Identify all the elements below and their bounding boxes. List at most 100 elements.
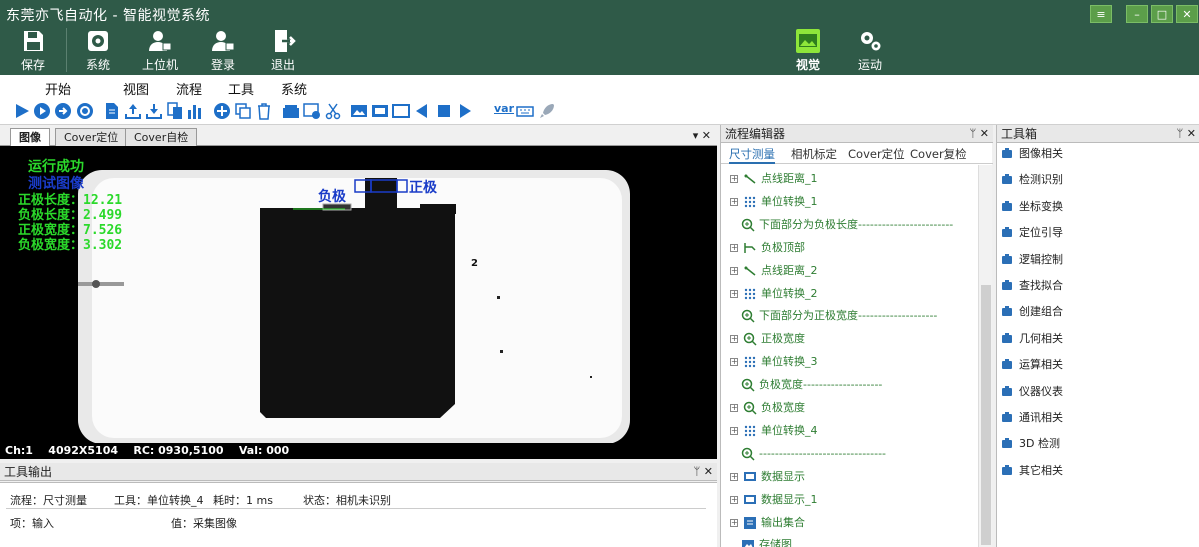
flow-item[interactable]: 负极宽度--------------------: [721, 374, 976, 396]
chart-icon[interactable]: [186, 102, 204, 120]
flow-item[interactable]: + 单位转换_1: [721, 191, 976, 213]
toolbox-item[interactable]: 坐标变换: [997, 196, 1197, 218]
stop-icon[interactable]: [435, 102, 453, 120]
expand-toggle-icon[interactable]: +: [730, 243, 738, 252]
toolbox-item[interactable]: 创建组合: [997, 301, 1197, 323]
toolbox-item[interactable]: 其它相关: [997, 460, 1197, 482]
save-button[interactable]: 保存: [8, 28, 58, 72]
expand-toggle-icon[interactable]: +: [730, 175, 738, 183]
login-button[interactable]: 登录: [198, 28, 248, 72]
toolbox-item[interactable]: 图像相关: [997, 143, 1197, 165]
menu-tools[interactable]: 工具: [228, 79, 254, 98]
expand-toggle-icon[interactable]: +: [730, 404, 738, 412]
run-icon[interactable]: [13, 102, 31, 120]
tab-cover-locate-flow[interactable]: Cover定位: [848, 146, 905, 162]
duplicate-icon[interactable]: [234, 102, 252, 120]
exit-button[interactable]: 退出: [258, 28, 308, 72]
window-menu-button[interactable]: ≡: [1090, 5, 1112, 23]
flow-item[interactable]: 下面部分为正极宽度--------------------: [721, 305, 976, 327]
scissors-icon[interactable]: [324, 102, 342, 120]
image-viewer[interactable]: 运行成功 测试图像 正极长度：12.21 负极长度：2.499 正极宽度：7.5…: [0, 146, 717, 443]
copy-file-icon[interactable]: [166, 102, 184, 120]
next-icon[interactable]: [54, 102, 72, 120]
toolbox-item[interactable]: 仪器仪表: [997, 381, 1197, 403]
flow-item[interactable]: + 单位转换_2: [721, 283, 976, 305]
prev-icon[interactable]: [413, 102, 431, 120]
vision-button[interactable]: 视觉: [783, 28, 833, 72]
toolbox-item[interactable]: 查找拟合: [997, 275, 1197, 297]
toolbox-item[interactable]: 通讯相关: [997, 407, 1197, 429]
flow-item[interactable]: --------------------------------: [721, 443, 976, 465]
toolbox-item[interactable]: 检测识别: [997, 169, 1197, 191]
grid-dots-icon: [743, 424, 757, 438]
new-file-icon[interactable]: [103, 102, 121, 120]
play-next-icon[interactable]: [456, 102, 474, 120]
close-button[interactable]: ✕: [1176, 5, 1198, 23]
image-panel-controls[interactable]: ▾ ✕: [693, 129, 711, 142]
flow-item[interactable]: + 点线距离_1: [721, 168, 976, 190]
delete-icon[interactable]: [255, 102, 273, 120]
frame-icon[interactable]: [392, 102, 410, 120]
flow-item[interactable]: 下面部分为负极长度------------------------: [721, 214, 976, 236]
flow-item[interactable]: + 负极宽度: [721, 397, 976, 419]
flow-item[interactable]: + 单位转换_3: [721, 351, 976, 373]
expand-toggle-icon[interactable]: +: [730, 266, 738, 275]
flow-item[interactable]: + 正极宽度: [721, 328, 976, 350]
flow-editor-pin-close[interactable]: ᛘ ✕: [970, 125, 989, 143]
toolbox-item[interactable]: 运算相关: [997, 354, 1197, 376]
tool-output-pin-close[interactable]: ᛘ ✕: [694, 463, 713, 481]
picture-icon[interactable]: [350, 102, 368, 120]
flow-scrollbar[interactable]: [978, 165, 992, 547]
tab-size-measure[interactable]: 尺寸测量: [729, 146, 775, 164]
expand-toggle-icon[interactable]: +: [730, 495, 738, 504]
zoom-icon: [741, 309, 755, 323]
toolbox-item[interactable]: 几何相关: [997, 328, 1197, 350]
menu-start[interactable]: 开始: [45, 79, 71, 98]
toolbox-item[interactable]: 逻辑控制: [997, 249, 1197, 271]
toolbox-pin-close[interactable]: ᛘ ✕: [1177, 125, 1196, 143]
run-once-icon[interactable]: [33, 102, 51, 120]
add-icon[interactable]: [213, 102, 231, 120]
flow-item-label: 负极宽度--------------------: [759, 378, 883, 392]
expand-toggle-icon[interactable]: +: [730, 472, 738, 481]
expand-toggle-icon[interactable]: +: [730, 289, 738, 298]
download-icon[interactable]: [145, 102, 163, 120]
tab-cover-recheck[interactable]: Cover复检: [910, 146, 967, 162]
tab-image[interactable]: 图像: [10, 128, 50, 146]
maximize-button[interactable]: □: [1151, 5, 1173, 23]
tab-camera-calib[interactable]: 相机标定: [791, 146, 837, 162]
variable-icon[interactable]: var: [494, 102, 516, 120]
flow-item[interactable]: + 点线距离_2: [721, 260, 976, 282]
upload-icon[interactable]: [124, 102, 142, 120]
rocket-icon[interactable]: [538, 102, 556, 120]
expand-toggle-icon[interactable]: +: [730, 358, 738, 367]
motion-button[interactable]: 运动: [845, 28, 895, 72]
loop-icon[interactable]: [76, 102, 94, 120]
flow-item[interactable]: + 数据显示_1: [721, 489, 976, 511]
flow-item[interactable]: + 输出集合: [721, 512, 976, 534]
minimize-button[interactable]: –: [1126, 5, 1148, 23]
host-computer-button[interactable]: 上位机: [135, 28, 185, 72]
expand-toggle-icon[interactable]: +: [730, 518, 738, 527]
window-add-icon[interactable]: [303, 102, 321, 120]
picture-edit-icon[interactable]: [371, 102, 389, 120]
menu-system[interactable]: 系统: [281, 79, 307, 98]
tab-cover-locate[interactable]: Cover定位: [55, 128, 128, 146]
keyboard-icon[interactable]: [516, 102, 534, 120]
window-icon[interactable]: [282, 102, 300, 120]
flow-item[interactable]: 存储图: [721, 534, 976, 547]
toolbox-item-label: 图像相关: [1019, 147, 1063, 160]
flow-item[interactable]: + 单位转换_4: [721, 420, 976, 442]
expand-toggle-icon[interactable]: +: [730, 426, 738, 435]
expand-toggle-icon[interactable]: +: [730, 335, 738, 344]
flow-item[interactable]: + 负极顶部: [721, 237, 976, 259]
flow-scrollbar-thumb[interactable]: [981, 285, 991, 545]
tab-cover-selfcheck[interactable]: Cover自检: [125, 128, 198, 146]
flow-item[interactable]: + 数据显示: [721, 466, 976, 488]
toolbox-item[interactable]: 定位引导: [997, 222, 1197, 244]
menu-view[interactable]: 视图: [123, 79, 149, 98]
toolbox-item[interactable]: 3D 检测: [997, 433, 1197, 455]
expand-toggle-icon[interactable]: +: [730, 197, 738, 206]
menu-flow[interactable]: 流程: [176, 79, 202, 98]
system-button[interactable]: 系统: [73, 28, 123, 72]
